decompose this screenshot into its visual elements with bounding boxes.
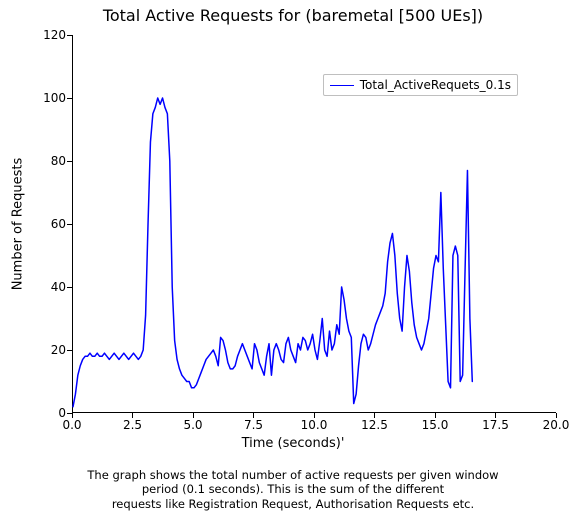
y-tick — [67, 35, 72, 36]
caption-line-1: The graph shows the total number of acti… — [0, 468, 586, 482]
y-axis-label: Number of Requests — [11, 158, 26, 291]
y-tick-label: 60 — [51, 217, 66, 231]
y-tick — [67, 350, 72, 351]
y-tick — [67, 287, 72, 288]
caption: The graph shows the total number of acti… — [0, 468, 586, 511]
y-tick-label: 40 — [51, 280, 66, 294]
x-tick-label: 12.5 — [361, 418, 388, 432]
x-tick-label: 10.0 — [301, 418, 328, 432]
legend: Total_ActiveRequets_0.1s — [323, 74, 518, 96]
x-tick-label: 20.0 — [543, 418, 570, 432]
y-tick — [67, 161, 72, 162]
x-tick-label: 2.5 — [123, 418, 142, 432]
legend-label: Total_ActiveRequets_0.1s — [360, 78, 511, 92]
y-tick — [67, 224, 72, 225]
x-tick-label: 0.0 — [62, 418, 81, 432]
y-tick-label: 80 — [51, 154, 66, 168]
x-tick-label: 17.5 — [482, 418, 509, 432]
plot-area: Total_ActiveRequets_0.1s — [72, 35, 556, 413]
y-tick-label: 20 — [51, 343, 66, 357]
y-tick-label: 100 — [43, 91, 66, 105]
x-tick-label: 5.0 — [183, 418, 202, 432]
y-tick — [67, 413, 72, 414]
y-tick — [67, 98, 72, 99]
x-axis-label: Time (seconds)' — [0, 436, 586, 451]
legend-line-icon — [330, 85, 354, 86]
chart-title: Total Active Requests for (baremetal [50… — [0, 6, 586, 25]
y-tick-label: 0 — [58, 406, 66, 420]
x-tick-label: 15.0 — [422, 418, 449, 432]
figure: Total Active Requests for (baremetal [50… — [0, 0, 586, 520]
caption-line-3: requests like Registration Request, Auth… — [0, 497, 586, 511]
y-tick-label: 120 — [43, 28, 66, 42]
caption-line-2: period (0.1 seconds). This is the sum of… — [0, 482, 586, 496]
x-tick-label: 7.5 — [244, 418, 263, 432]
